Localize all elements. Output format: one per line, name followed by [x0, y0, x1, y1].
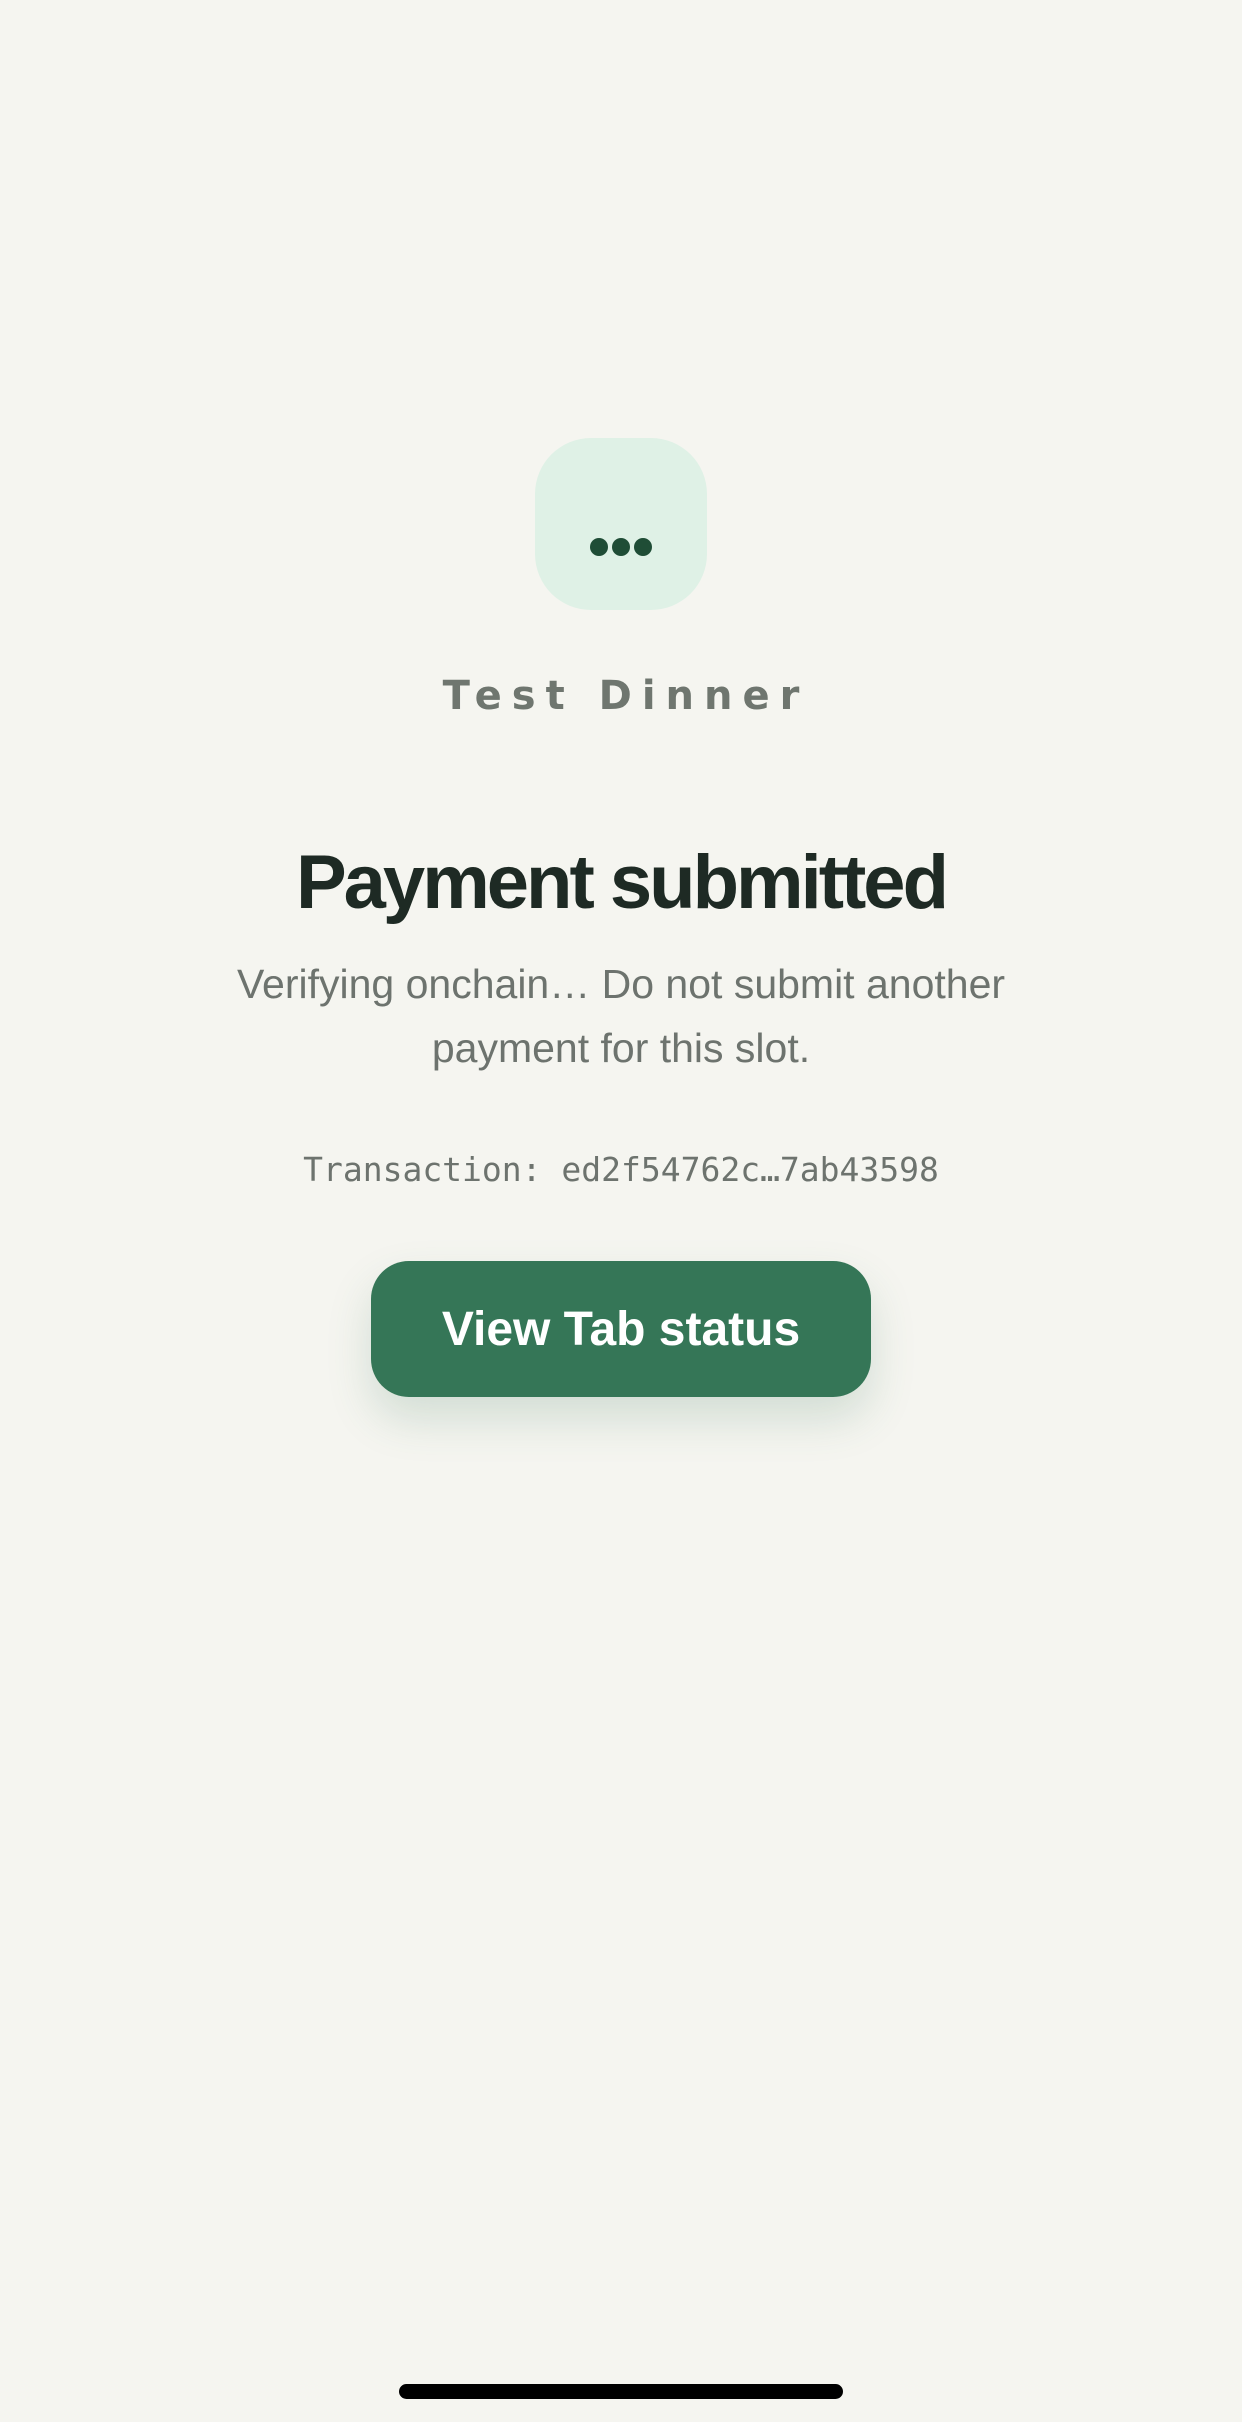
status-message: Verifying onchain… Do not submit another…: [236, 961, 1006, 1071]
status-icon-tile: [535, 438, 707, 610]
home-indicator[interactable]: [399, 2384, 843, 2399]
dot: [634, 538, 652, 556]
transaction-id: Transaction: ed2f54762c…7ab43598: [303, 1150, 939, 1189]
page-title: Payment submitted: [295, 840, 949, 925]
dot: [612, 538, 630, 556]
merchant-name: Test Dinner: [442, 673, 810, 719]
view-tab-status-button[interactable]: View Tab status: [371, 1261, 871, 1397]
dot: [590, 538, 608, 556]
ellipsis-icon: [590, 538, 652, 556]
